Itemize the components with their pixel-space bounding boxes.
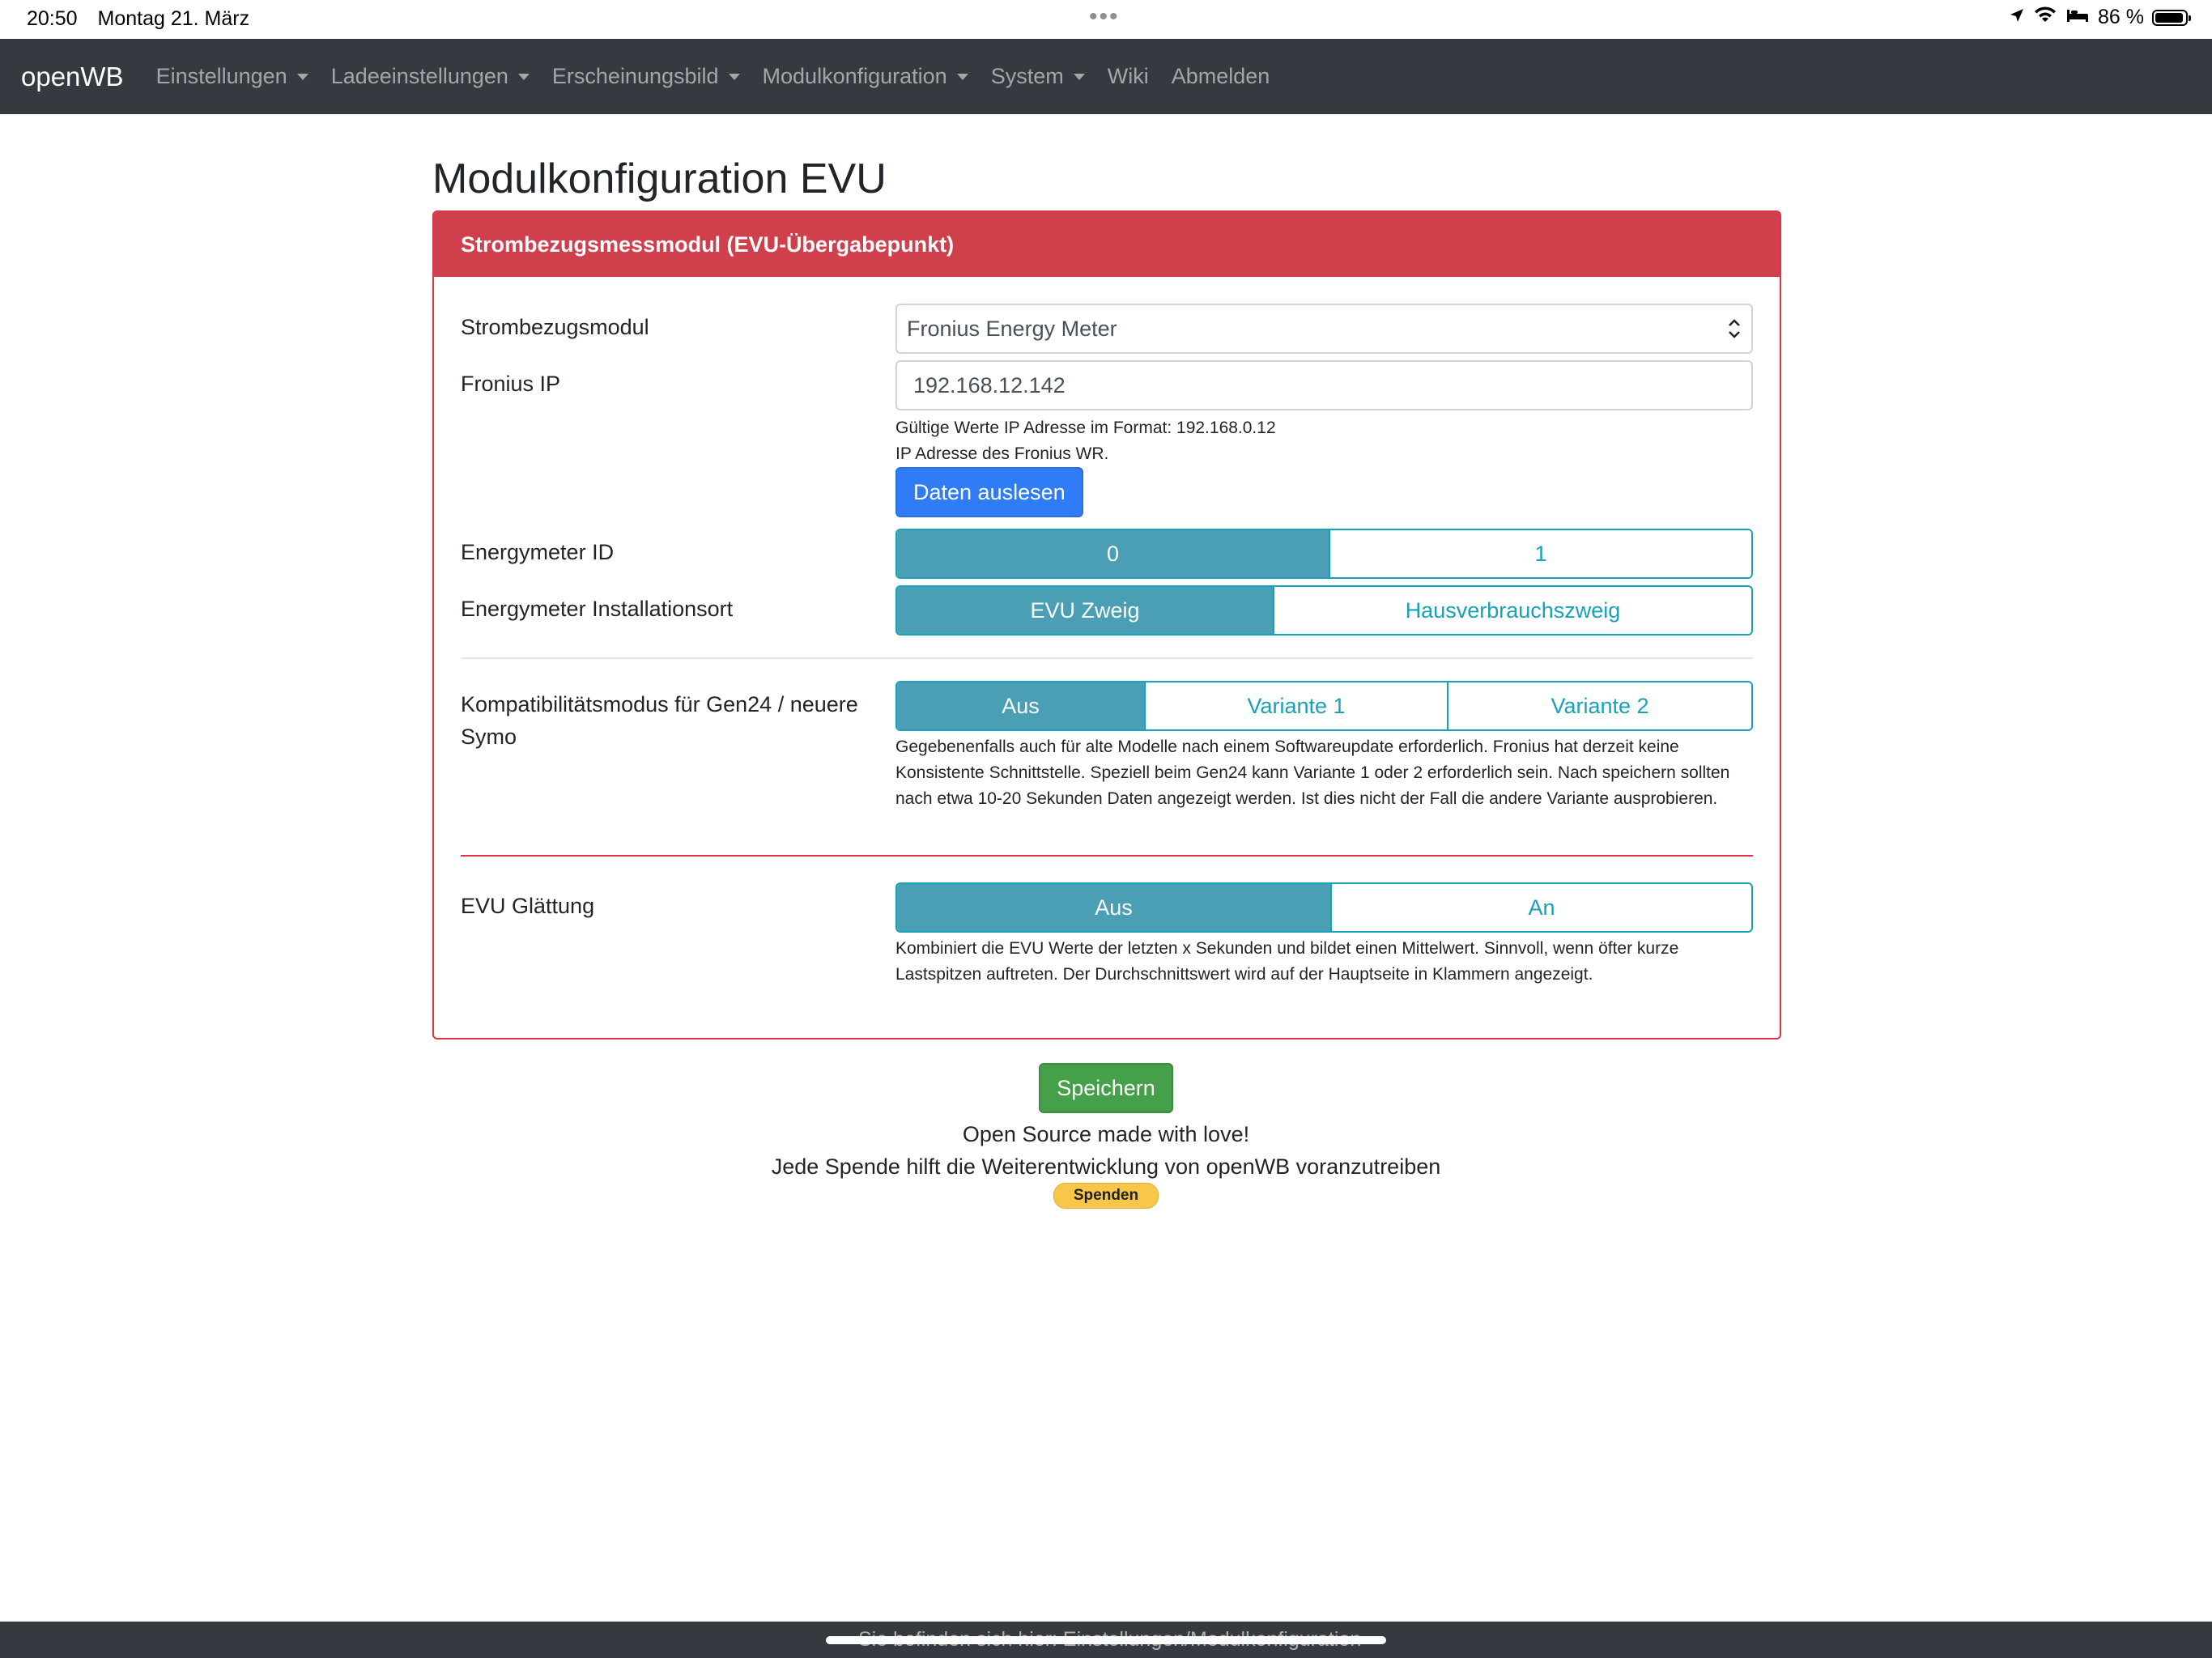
brand-logo[interactable]: openWB	[21, 62, 124, 92]
section-divider	[461, 657, 1753, 660]
battery-percent: 86 %	[2098, 6, 2144, 28]
glaettung-option-an[interactable]: An	[1330, 884, 1751, 932]
status-right: 86 %	[2009, 6, 2191, 29]
caret-down-icon	[728, 73, 740, 80]
glaettung-help: Kombiniert die EVU Werte der letzten x S…	[895, 939, 1679, 984]
nav-label: System	[990, 64, 1064, 88]
bed-icon	[2065, 6, 2090, 29]
caret-down-icon	[1073, 73, 1085, 80]
glaettung-label: EVU Glättung	[461, 894, 595, 919]
nav-erscheinungsbild[interactable]: Erscheinungsbild	[552, 64, 740, 89]
select-value: Fronius Energy Meter	[907, 316, 1117, 341]
nav-ladeeinstellungen[interactable]: Ladeeinstellungen	[331, 64, 530, 89]
section-divider-red	[461, 855, 1753, 857]
nav-modulkonfiguration[interactable]: Modulkonfiguration	[763, 64, 968, 89]
nav-label: Wiki	[1107, 64, 1149, 88]
caret-down-icon	[517, 73, 530, 80]
energymeter-id-option-0[interactable]: 0	[897, 530, 1329, 578]
nav-label: Einstellungen	[155, 64, 287, 88]
installationsort-option-evu-zweig[interactable]: EVU Zweig	[897, 587, 1273, 635]
installationsort-option-hausverbrauchszweig[interactable]: Hausverbrauchszweig	[1273, 587, 1751, 635]
footer-area: Speichern Open Source made with love! Je…	[0, 1063, 2212, 1209]
status-date: Montag 21. März	[97, 7, 250, 30]
evu-config-card: Strombezugsmessmodul (EVU-Übergabepunkt)…	[432, 210, 1781, 1040]
status-time-date: 20:50 Montag 21. März	[27, 7, 264, 31]
fronius-ip-label: Fronius IP	[461, 372, 561, 397]
nav-label: Erscheinungsbild	[551, 64, 719, 88]
kompatibilitaet-help: Gegebenenfalls auch für alte Modelle nac…	[895, 738, 1730, 809]
location-arrow-icon	[2009, 6, 2025, 29]
footer-love-text: Open Source made with love!	[962, 1122, 1250, 1146]
kompatibilitaet-option-variante-2[interactable]: Variante 2	[1447, 682, 1751, 730]
footer-donation-text: Jede Spende hilft die Weiterentwicklung …	[771, 1154, 1441, 1179]
kompatibilitaet-label: Kompatibilitätsmodus für Gen24 / neuere …	[461, 692, 858, 750]
page-title: Modulkonfiguration EVU	[432, 155, 887, 202]
installationsort-toggle: EVU Zweig Hausverbrauchszweig	[895, 585, 1753, 636]
caret-down-icon	[956, 73, 968, 80]
energymeter-id-toggle: 0 1	[895, 529, 1753, 580]
status-time: 20:50	[27, 7, 78, 30]
select-updown-icon	[1727, 317, 1742, 341]
glaettung-option-aus[interactable]: Aus	[897, 884, 1330, 932]
nav-label: Ladeeinstellungen	[330, 64, 508, 88]
ios-status-bar: 20:50 Montag 21. März ••• 86 %	[0, 0, 2212, 38]
nav-system[interactable]: System	[991, 64, 1085, 89]
wifi-icon	[2033, 6, 2057, 29]
fronius-ip-help-desc: IP Adresse des Fronius WR.	[895, 444, 1109, 464]
fronius-ip-help-format: Gültige Werte IP Adresse im Format: 192.…	[895, 419, 1276, 438]
daten-auslesen-button[interactable]: Daten auslesen	[895, 467, 1083, 518]
nav-abmelden[interactable]: Abmelden	[1172, 64, 1270, 89]
multitasking-dots-icon[interactable]: •••	[1089, 3, 1120, 31]
energymeter-id-label: Energymeter ID	[461, 540, 615, 565]
battery-icon	[2152, 9, 2191, 26]
kompatibilitaet-option-variante-1[interactable]: Variante 1	[1144, 682, 1447, 730]
spenden-button[interactable]: Spenden	[1053, 1183, 1159, 1209]
energymeter-id-option-1[interactable]: 1	[1329, 530, 1751, 578]
main-container: Modulkonfiguration EVU Strombezugsmessmo…	[432, 114, 1781, 1040]
nav-label: Modulkonfiguration	[762, 64, 947, 88]
kompatibilitaet-option-aus[interactable]: Aus	[897, 682, 1144, 730]
kompatibilitaet-toggle: Aus Variante 1 Variante 2	[895, 681, 1753, 732]
speichern-button[interactable]: Speichern	[1039, 1063, 1173, 1113]
card-header: Strombezugsmessmodul (EVU-Übergabepunkt)	[434, 212, 1780, 278]
nav-wiki[interactable]: Wiki	[1108, 64, 1149, 89]
strombezugsmodul-select[interactable]: Fronius Energy Meter	[895, 304, 1753, 355]
top-navbar: openWB Einstellungen Ladeeinstellungen E…	[0, 39, 2212, 114]
home-indicator[interactable]	[826, 1636, 1386, 1644]
caret-down-icon	[296, 73, 308, 80]
strombezugsmodul-label: Strombezugsmodul	[461, 315, 649, 340]
nav-einstellungen[interactable]: Einstellungen	[156, 64, 308, 89]
nav-label: Abmelden	[1171, 64, 1270, 88]
glaettung-toggle: Aus An	[895, 882, 1753, 933]
installationsort-label: Energymeter Installationsort	[461, 597, 734, 622]
fronius-ip-input[interactable]: 192.168.12.142	[895, 360, 1753, 411]
